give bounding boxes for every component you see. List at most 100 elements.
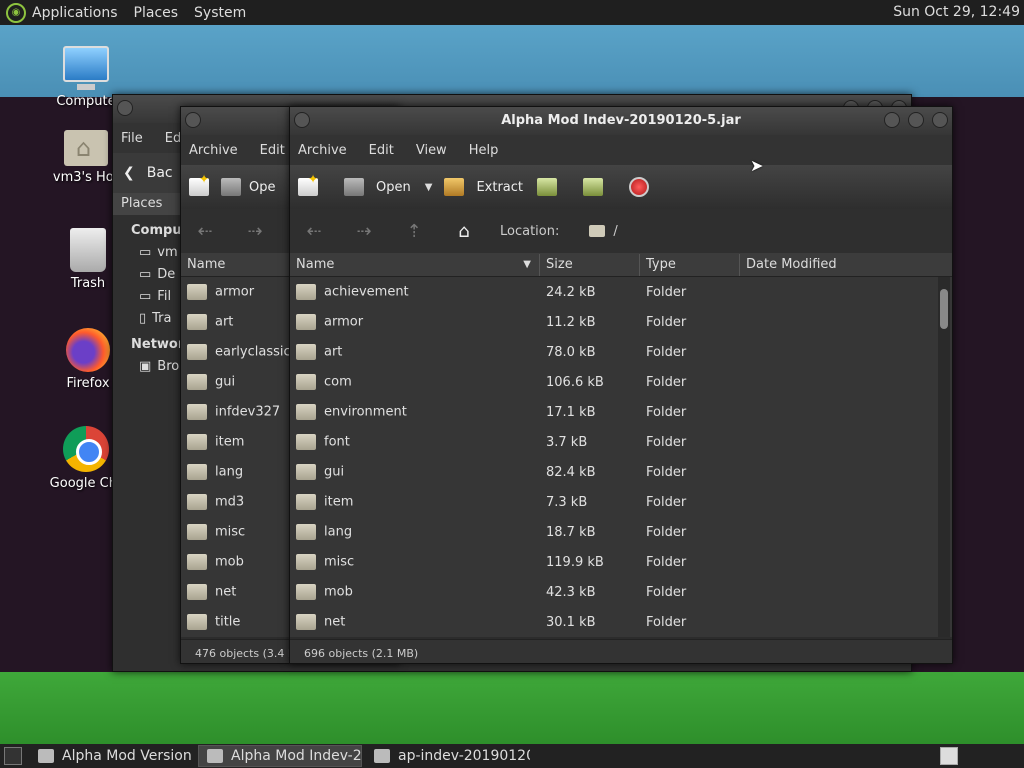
back-arrow-icon[interactable]: ⇠ [300, 221, 328, 242]
file-type: Folder [646, 464, 687, 480]
workspace-switcher[interactable] [940, 747, 958, 765]
folder-icon [296, 614, 316, 630]
new-archive-icon[interactable] [189, 172, 209, 196]
distro-logo-icon[interactable]: ◉ [6, 2, 26, 23]
vertical-scrollbar[interactable] [938, 277, 950, 637]
table-row[interactable]: net 30.1 kB Folder [290, 607, 952, 637]
view-menu[interactable]: View [416, 143, 447, 158]
folder-icon [187, 404, 207, 420]
back-arrow-icon[interactable]: ❮ [123, 165, 135, 181]
stop-button[interactable] [629, 177, 661, 197]
open-archive-icon[interactable] [221, 178, 241, 196]
sidebar-item-label: Fil [157, 289, 172, 304]
show-desktop-button[interactable] [4, 747, 22, 765]
file-name: item [324, 494, 354, 510]
table-row[interactable]: mob 42.3 kB Folder [290, 577, 952, 607]
drive-icon: ▭ [139, 289, 152, 304]
task-label: Alpha Mod Indev-2... [231, 748, 362, 764]
archive-titlebar[interactable]: Alpha Mod Indev-20190120-5.jar [290, 107, 952, 135]
window-menu-button[interactable] [117, 100, 133, 116]
location-path[interactable]: / [613, 224, 617, 239]
back-arrow-icon[interactable]: ⇠ [191, 221, 219, 242]
folder-icon [296, 524, 316, 540]
folder-icon [187, 374, 207, 390]
file-name: font [324, 434, 350, 450]
file-menu[interactable]: File [121, 131, 143, 146]
scrollbar-thumb[interactable] [940, 289, 948, 329]
places-menu[interactable]: Places [134, 5, 179, 21]
open-button[interactable]: Open [344, 178, 411, 196]
open-button-label: Open [376, 179, 411, 195]
add-folder-button[interactable] [583, 178, 615, 196]
table-row[interactable]: armor 11.2 kB Folder [290, 307, 952, 337]
taskbar-item-archive-active[interactable]: Alpha Mod Indev-2... [198, 745, 362, 767]
file-type: Folder [646, 314, 687, 330]
new-archive-button[interactable] [298, 172, 330, 196]
window-menu-button[interactable] [294, 112, 310, 128]
table-row[interactable]: gui 82.4 kB Folder [290, 457, 952, 487]
minimize-button[interactable] [884, 112, 900, 128]
archive-window[interactable]: Alpha Mod Indev-20190120-5.jar Archive E… [289, 106, 953, 664]
folder-icon [187, 584, 207, 600]
folder-icon [296, 314, 316, 330]
wallpaper-grass [0, 672, 1024, 744]
folder-icon [296, 464, 316, 480]
folder-icon [187, 524, 207, 540]
new-archive-icon [298, 172, 318, 196]
applications-menu[interactable]: Applications [32, 5, 118, 21]
folder-icon [187, 314, 207, 330]
table-row[interactable]: misc 119.9 kB Folder [290, 547, 952, 577]
add-files-button[interactable] [537, 178, 569, 196]
table-row[interactable]: lang 18.7 kB Folder [290, 517, 952, 547]
archive-menu[interactable]: Archive [189, 143, 238, 158]
home-icon[interactable]: ⌂ [450, 221, 478, 242]
file-name: earlyclassic [215, 344, 291, 360]
file-size: 78.0 kB [546, 344, 596, 360]
open-recent-dropdown-icon[interactable]: ▼ [425, 182, 433, 193]
file-size: 24.2 kB [546, 284, 596, 300]
file-type: Folder [646, 614, 687, 630]
table-row[interactable]: environment 17.1 kB Folder [290, 397, 952, 427]
table-row[interactable]: com 106.6 kB Folder [290, 367, 952, 397]
file-name: lang [215, 464, 244, 480]
folder-icon [187, 344, 207, 360]
top-panel: ◉ Applications Places System Sun Oct 29,… [0, 0, 1024, 25]
table-row[interactable]: font 3.7 kB Folder [290, 427, 952, 457]
forward-arrow-icon[interactable]: ⇢ [241, 221, 269, 242]
folder-icon [38, 749, 54, 763]
file-type: Folder [646, 584, 687, 600]
edit-menu[interactable]: Ed [165, 131, 181, 146]
table-row[interactable]: achievement 24.2 kB Folder [290, 277, 952, 307]
panel-clock[interactable]: Sun Oct 29, 12:49 [893, 4, 1020, 20]
extract-icon [444, 178, 465, 196]
add-files-icon [537, 178, 557, 196]
computer-icon [63, 46, 109, 90]
taskbar-item-archive[interactable]: ap-indev-20190120... [366, 745, 530, 767]
file-name: mob [215, 554, 244, 570]
archive-menu[interactable]: Archive [298, 143, 347, 158]
column-date-header[interactable]: Date Modified [740, 254, 938, 276]
edit-menu[interactable]: Edit [369, 143, 394, 158]
table-row[interactable]: art 78.0 kB Folder [290, 337, 952, 367]
forward-arrow-icon[interactable]: ⇢ [350, 221, 378, 242]
maximize-button[interactable] [908, 112, 924, 128]
window-menu-button[interactable] [185, 112, 201, 128]
table-row[interactable]: item 7.3 kB Folder [290, 487, 952, 517]
home-folder-icon [64, 130, 108, 166]
column-type-header[interactable]: Type [640, 253, 740, 276]
file-name: gui [324, 464, 345, 480]
extract-button[interactable]: Extract [444, 178, 523, 196]
location-label: Location: [500, 223, 560, 239]
back-button-label[interactable]: Bac [147, 165, 173, 181]
up-arrow-icon[interactable]: ⇡ [400, 221, 428, 242]
close-button[interactable] [932, 112, 948, 128]
taskbar-item-file-manager[interactable]: Alpha Mod Version ... [30, 745, 194, 767]
mouse-pointer-icon: ➤ [750, 156, 764, 175]
file-name: misc [215, 524, 246, 540]
column-name-header[interactable]: Name ▼ [290, 253, 540, 276]
system-menu[interactable]: System [194, 5, 246, 21]
help-menu[interactable]: Help [469, 143, 499, 158]
column-size-header[interactable]: Size [540, 253, 640, 276]
edit-menu[interactable]: Edit [260, 143, 285, 158]
open-button-label[interactable]: Ope [249, 180, 275, 195]
